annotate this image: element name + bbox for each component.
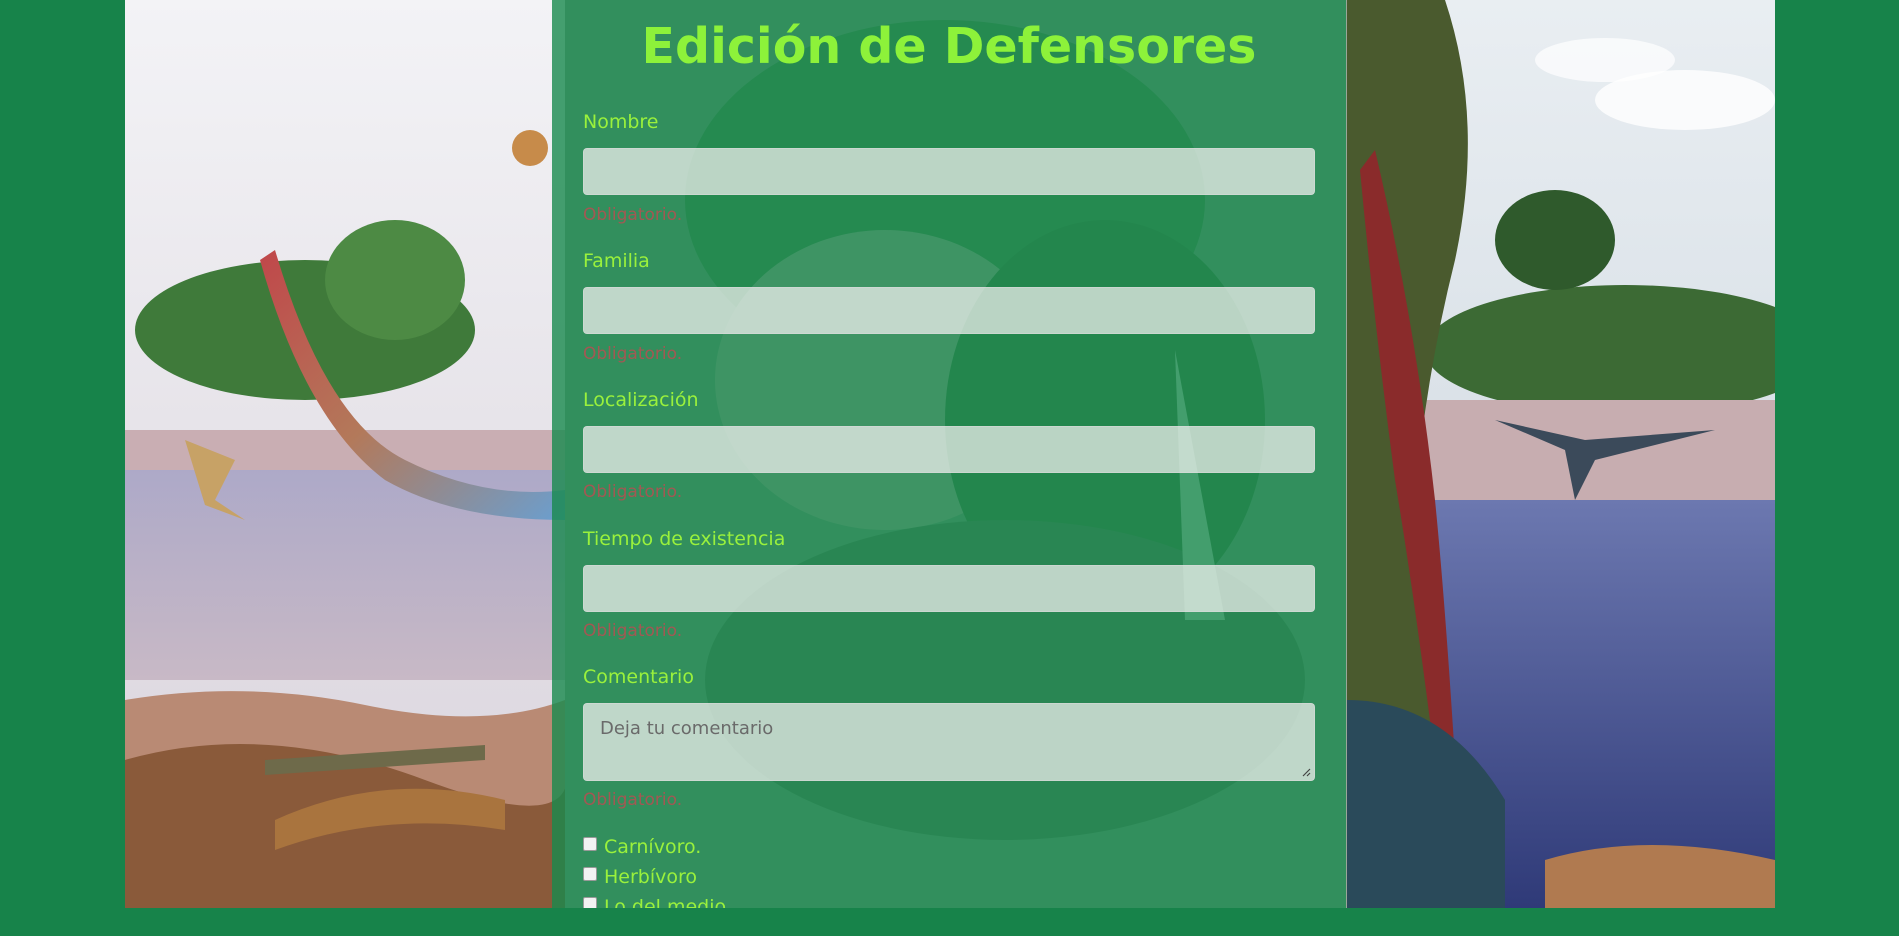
nombre-label: Nombre [583,111,659,133]
page-title: Edición de Defensores [641,18,1257,75]
nombre-required-text: Obligatorio. [583,205,683,225]
nombre-input[interactable] [583,148,1315,195]
localizacion-label: Localización [583,389,699,411]
herbivoro-label[interactable]: Herbívoro [604,866,697,888]
lo-del-medio-checkbox[interactable] [583,897,597,908]
background-illustration: Edición de Defensores Nombre Obligatorio… [125,0,1775,908]
diet-option-herbivoro[interactable]: Herbívoro [583,866,697,888]
familia-label: Familia [583,250,650,272]
carnivoro-label[interactable]: Carnívoro. [604,836,701,858]
tiempo-existencia-required-text: Obligatorio. [583,621,683,641]
tiempo-existencia-label: Tiempo de existencia [583,528,786,550]
carnivoro-checkbox[interactable] [583,837,597,851]
comentario-label: Comentario [583,666,694,688]
diet-option-carnivoro[interactable]: Carnívoro. [583,836,701,858]
tiempo-existencia-input[interactable] [583,565,1315,612]
comentario-placeholder: Deja tu comentario [600,718,774,739]
localizacion-required-text: Obligatorio. [583,482,683,502]
comentario-textarea[interactable]: Deja tu comentario [583,703,1315,781]
comentario-required-text: Obligatorio. [583,790,683,810]
lo-del-medio-label[interactable]: Lo del medio [604,896,726,908]
form-panel: Edición de Defensores Nombre Obligatorio… [552,0,1346,908]
resize-handle-icon[interactable] [1301,767,1311,777]
familia-required-text: Obligatorio. [583,344,683,364]
diet-option-lo-del-medio[interactable]: Lo del medio [583,896,726,908]
localizacion-input[interactable] [583,426,1315,473]
familia-input[interactable] [583,287,1315,334]
herbivoro-checkbox[interactable] [583,867,597,881]
